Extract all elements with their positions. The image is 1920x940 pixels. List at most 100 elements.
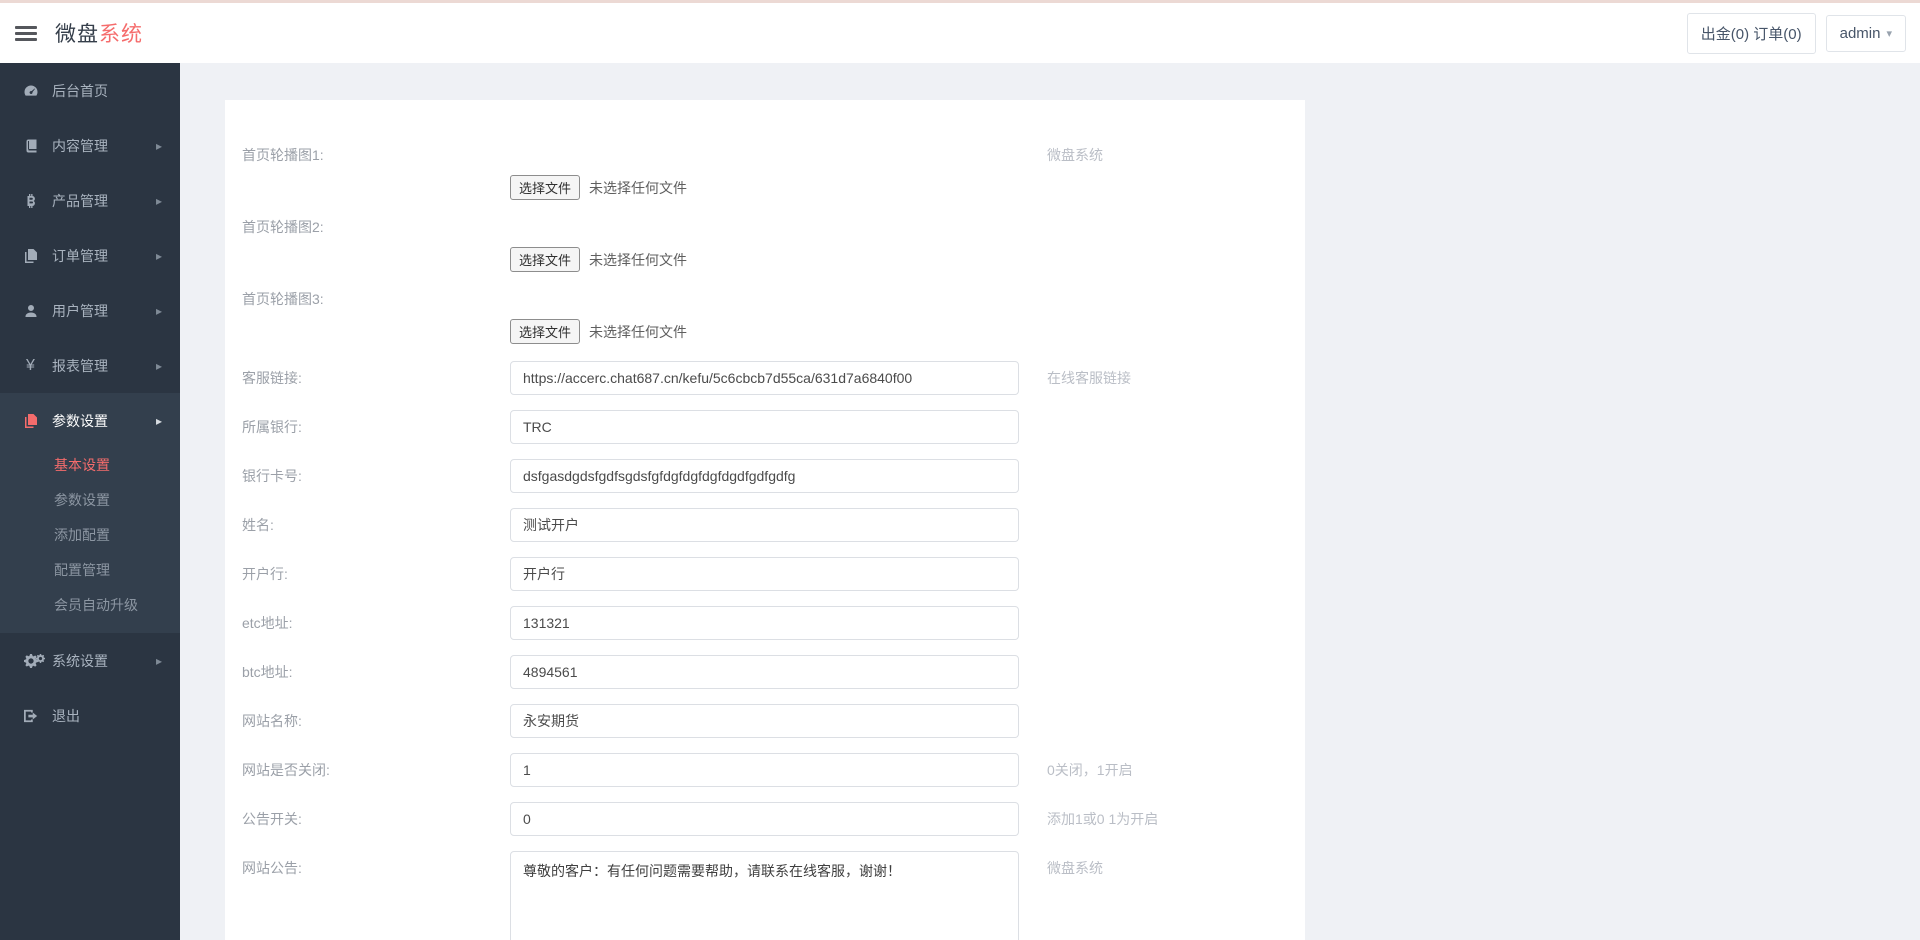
sidebar-item-label: 用户管理 xyxy=(52,301,156,321)
bank-card-number-input[interactable] xyxy=(510,459,1019,493)
user-menu-label: admin xyxy=(1840,25,1881,42)
header-actions: 出金(0) 订单(0) admin ▾ xyxy=(1687,13,1906,54)
bank-branch-input[interactable] xyxy=(510,557,1019,591)
carousel-3-file-input[interactable]: 选择文件 未选择任何文件 xyxy=(510,319,1019,344)
logo-accent-text: 系统 xyxy=(99,23,143,46)
sidebar-item-label: 内容管理 xyxy=(52,136,156,156)
sidebar-subitem-param-settings[interactable]: 参数设置 xyxy=(0,483,180,518)
field-hint: 微盘系统 xyxy=(1019,851,1285,885)
chevron-right-icon: ▸ xyxy=(156,414,162,428)
name-input[interactable] xyxy=(510,508,1019,542)
form-row-site-announcement: 网站公告: 尊敬的客户：有任何问题需要帮助，请联系在线客服，谢谢！ 微盘系统 xyxy=(242,851,1285,940)
field-label: 所属银行: xyxy=(242,410,510,444)
bitcoin-icon xyxy=(21,193,40,209)
field-label: 首页轮播图1: xyxy=(242,145,510,165)
sidebar-subitem-config-manage[interactable]: 配置管理 xyxy=(0,553,180,588)
choose-file-button[interactable]: 选择文件 xyxy=(510,319,580,344)
field-label: 开户行: xyxy=(242,557,510,591)
sidebar-item-report[interactable]: ¥ 报表管理 ▸ xyxy=(0,338,180,393)
form-row-site-closed: 网站是否关闭: 0关闭，1开启 xyxy=(242,753,1285,787)
site-closed-input[interactable] xyxy=(510,753,1019,787)
form-row-name: 姓名: xyxy=(242,508,1285,542)
field-label: 首页轮播图3: xyxy=(242,289,510,309)
sidebar-item-order[interactable]: 订单管理 ▸ xyxy=(0,228,180,283)
field-label: etc地址: xyxy=(242,606,510,640)
files-icon xyxy=(21,248,40,264)
sidebar: 后台首页 内容管理 ▸ 产品管理 ▸ 订单管理 ▸ xyxy=(0,63,180,940)
logout-icon xyxy=(21,709,40,723)
file-status-text: 未选择任何文件 xyxy=(589,250,687,270)
field-label: 首页轮播图2: xyxy=(242,217,510,237)
field-label: btc地址: xyxy=(242,655,510,689)
caret-down-icon: ▾ xyxy=(1886,27,1892,40)
user-icon xyxy=(21,303,40,319)
files-icon xyxy=(21,413,40,429)
main-content: 首页轮播图1: 选择文件 未选择任何文件 微盘系统 首页轮播图2: 选择文件 未… xyxy=(180,63,1920,940)
file-status-text: 未选择任何文件 xyxy=(589,322,687,342)
customer-service-link-input[interactable] xyxy=(510,361,1019,395)
sidebar-subitem-add-config[interactable]: 添加配置 xyxy=(0,518,180,553)
form-row-btc-address: btc地址: xyxy=(242,655,1285,689)
file-status-text: 未选择任何文件 xyxy=(589,178,687,198)
app-logo[interactable]: 微盘系统 xyxy=(55,18,143,48)
sidebar-item-label: 参数设置 xyxy=(52,411,156,431)
field-label: 网站公告: xyxy=(242,851,510,885)
site-announcement-textarea[interactable]: 尊敬的客户：有任何问题需要帮助，请联系在线客服，谢谢！ xyxy=(510,851,1019,940)
announcement-switch-input[interactable] xyxy=(510,802,1019,836)
settings-form-card: 首页轮播图1: 选择文件 未选择任何文件 微盘系统 首页轮播图2: 选择文件 未… xyxy=(225,100,1305,940)
sidebar-item-system[interactable]: 系统设置 ▸ xyxy=(0,633,180,688)
sidebar-item-label: 订单管理 xyxy=(52,246,156,266)
etc-address-input[interactable] xyxy=(510,606,1019,640)
sidebar-item-product[interactable]: 产品管理 ▸ xyxy=(0,173,180,228)
sidebar-subitem-member-auto-upgrade[interactable]: 会员自动升级 xyxy=(0,588,180,623)
sidebar-item-params[interactable]: 参数设置 ▸ xyxy=(0,393,180,448)
sidebar-subitem-basic-settings[interactable]: 基本设置 xyxy=(0,448,180,483)
sidebar-item-content[interactable]: 内容管理 ▸ xyxy=(0,118,180,173)
user-menu-button[interactable]: admin ▾ xyxy=(1826,15,1906,52)
sidebar-item-user[interactable]: 用户管理 ▸ xyxy=(0,283,180,338)
sidebar-item-label: 后台首页 xyxy=(52,81,162,101)
btc-address-input[interactable] xyxy=(510,655,1019,689)
field-label: 姓名: xyxy=(242,508,510,542)
hamburger-menu-icon[interactable] xyxy=(15,23,37,44)
carousel-1-file-input[interactable]: 选择文件 未选择任何文件 xyxy=(510,175,1019,200)
field-label: 银行卡号: xyxy=(242,459,510,493)
logo-primary-text: 微盘 xyxy=(55,23,99,46)
bank-name-input[interactable] xyxy=(510,410,1019,444)
form-row-carousel-2: 首页轮播图2: 选择文件 未选择任何文件 xyxy=(242,217,1285,279)
form-row-bank: 所属银行: xyxy=(242,410,1285,444)
choose-file-button[interactable]: 选择文件 xyxy=(510,175,580,200)
withdraw-orders-button[interactable]: 出金(0) 订单(0) xyxy=(1687,13,1816,54)
site-name-input[interactable] xyxy=(510,704,1019,738)
field-label: 网站是否关闭: xyxy=(242,753,510,787)
book-icon xyxy=(21,138,40,154)
sidebar-item-dashboard[interactable]: 后台首页 xyxy=(0,63,180,118)
form-row-carousel-1: 首页轮播图1: 选择文件 未选择任何文件 微盘系统 xyxy=(242,145,1285,207)
form-row-site-name: 网站名称: xyxy=(242,704,1285,738)
header: 微盘系统 出金(0) 订单(0) admin ▾ xyxy=(0,3,1920,63)
chevron-right-icon: ▸ xyxy=(156,359,162,373)
chevron-right-icon: ▸ xyxy=(156,304,162,318)
carousel-2-file-input[interactable]: 选择文件 未选择任何文件 xyxy=(510,247,1019,272)
sidebar-group-params: 参数设置 ▸ 基本设置 参数设置 添加配置 配置管理 会员自动升级 xyxy=(0,393,180,633)
field-label: 客服链接: xyxy=(242,361,510,395)
sidebar-item-logout[interactable]: 退出 xyxy=(0,688,180,743)
form-row-etc-address: etc地址: xyxy=(242,606,1285,640)
field-label: 网站名称: xyxy=(242,704,510,738)
chevron-right-icon: ▸ xyxy=(156,249,162,263)
sidebar-item-label: 系统设置 xyxy=(52,651,156,671)
sidebar-item-label: 产品管理 xyxy=(52,191,156,211)
dashboard-icon xyxy=(21,83,40,99)
gears-icon xyxy=(21,654,40,668)
choose-file-button[interactable]: 选择文件 xyxy=(510,247,580,272)
withdraw-orders-label: 出金(0) 订单(0) xyxy=(1701,23,1802,44)
field-hint: 添加1或0 1为开启 xyxy=(1019,802,1285,836)
form-row-bank-card: 银行卡号: xyxy=(242,459,1285,493)
chevron-right-icon: ▸ xyxy=(156,139,162,153)
sidebar-item-label: 退出 xyxy=(52,706,162,726)
field-hint: 0关闭，1开启 xyxy=(1019,753,1285,787)
chevron-right-icon: ▸ xyxy=(156,194,162,208)
yen-icon: ¥ xyxy=(21,358,40,374)
field-hint: 在线客服链接 xyxy=(1019,361,1285,395)
chevron-right-icon: ▸ xyxy=(156,654,162,668)
